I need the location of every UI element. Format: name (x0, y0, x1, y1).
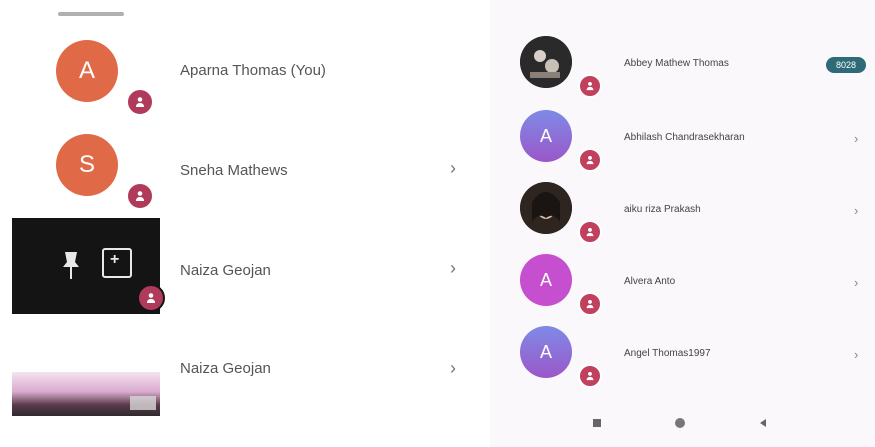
avatar-initial: A (539, 269, 552, 290)
contact-name: Naiza Geojan (180, 262, 271, 279)
contact-name: Angel Thomas1997 (624, 348, 711, 359)
contact-name: Abhilash Chandrasekharan (624, 132, 745, 143)
chevron-right-icon[interactable]: › (854, 203, 858, 218)
avatar: A (520, 254, 572, 306)
chevron-right-icon[interactable]: › (450, 358, 456, 379)
square-icon[interactable] (590, 416, 604, 430)
system-navigation-bar (560, 408, 800, 438)
list-item[interactable]: A Aparna Thomas (You) (0, 20, 490, 120)
contact-name: Abbey Mathew Thomas (624, 58, 729, 69)
person-badge-icon (578, 292, 602, 316)
avatar: A (520, 326, 572, 378)
left-panel: A Aparna Thomas (You) S Sneha Mathews › … (0, 0, 490, 447)
list-item[interactable]: Naiza Geojan › (0, 220, 490, 320)
list-item[interactable]: A Angel Thomas1997 › (490, 320, 875, 392)
chevron-right-icon[interactable]: › (450, 258, 456, 279)
avatar-initial: A (539, 125, 552, 146)
list-item[interactable]: A Alvera Anto › (490, 248, 875, 320)
list-item[interactable]: aiku riza Prakash › (490, 176, 875, 248)
avatar: A (56, 40, 118, 102)
back-icon[interactable] (756, 416, 770, 430)
contact-name: Alvera Anto (624, 276, 676, 287)
contact-name: Aparna Thomas (You) (180, 62, 326, 79)
contact-name: aiku riza Prakash (624, 204, 701, 215)
list-item[interactable]: Abbey Mathew Thomas 8028 (490, 30, 875, 102)
chevron-right-icon[interactable]: › (854, 347, 858, 362)
avatar-initial: A (78, 57, 95, 84)
chevron-right-icon[interactable]: › (854, 131, 858, 146)
avatar: A (520, 110, 572, 162)
status-badge: 8028 (826, 57, 866, 73)
avatar-initial: S (78, 151, 95, 178)
person-badge-icon (126, 182, 154, 210)
avatar (520, 182, 572, 234)
avatar (520, 36, 572, 88)
drag-handle[interactable] (58, 12, 124, 16)
chevron-right-icon[interactable]: › (450, 158, 456, 179)
avatar: S (56, 134, 118, 196)
list-item[interactable]: Naiza Geojan › (0, 320, 490, 420)
home-icon[interactable] (673, 416, 687, 430)
person-badge-icon (578, 74, 602, 98)
contact-name: Sneha Mathews (180, 162, 288, 179)
avatar-initial: A (539, 341, 552, 362)
list-item[interactable]: A Abhilash Chandrasekharan › (490, 104, 875, 176)
person-badge-icon (578, 148, 602, 172)
person-badge-icon (578, 364, 602, 388)
contact-name: Naiza Geojan (180, 360, 271, 377)
chevron-right-icon[interactable]: › (854, 275, 858, 290)
person-badge-icon (578, 220, 602, 244)
list-item[interactable]: S Sneha Mathews › (0, 120, 490, 220)
person-badge-icon (126, 88, 154, 116)
